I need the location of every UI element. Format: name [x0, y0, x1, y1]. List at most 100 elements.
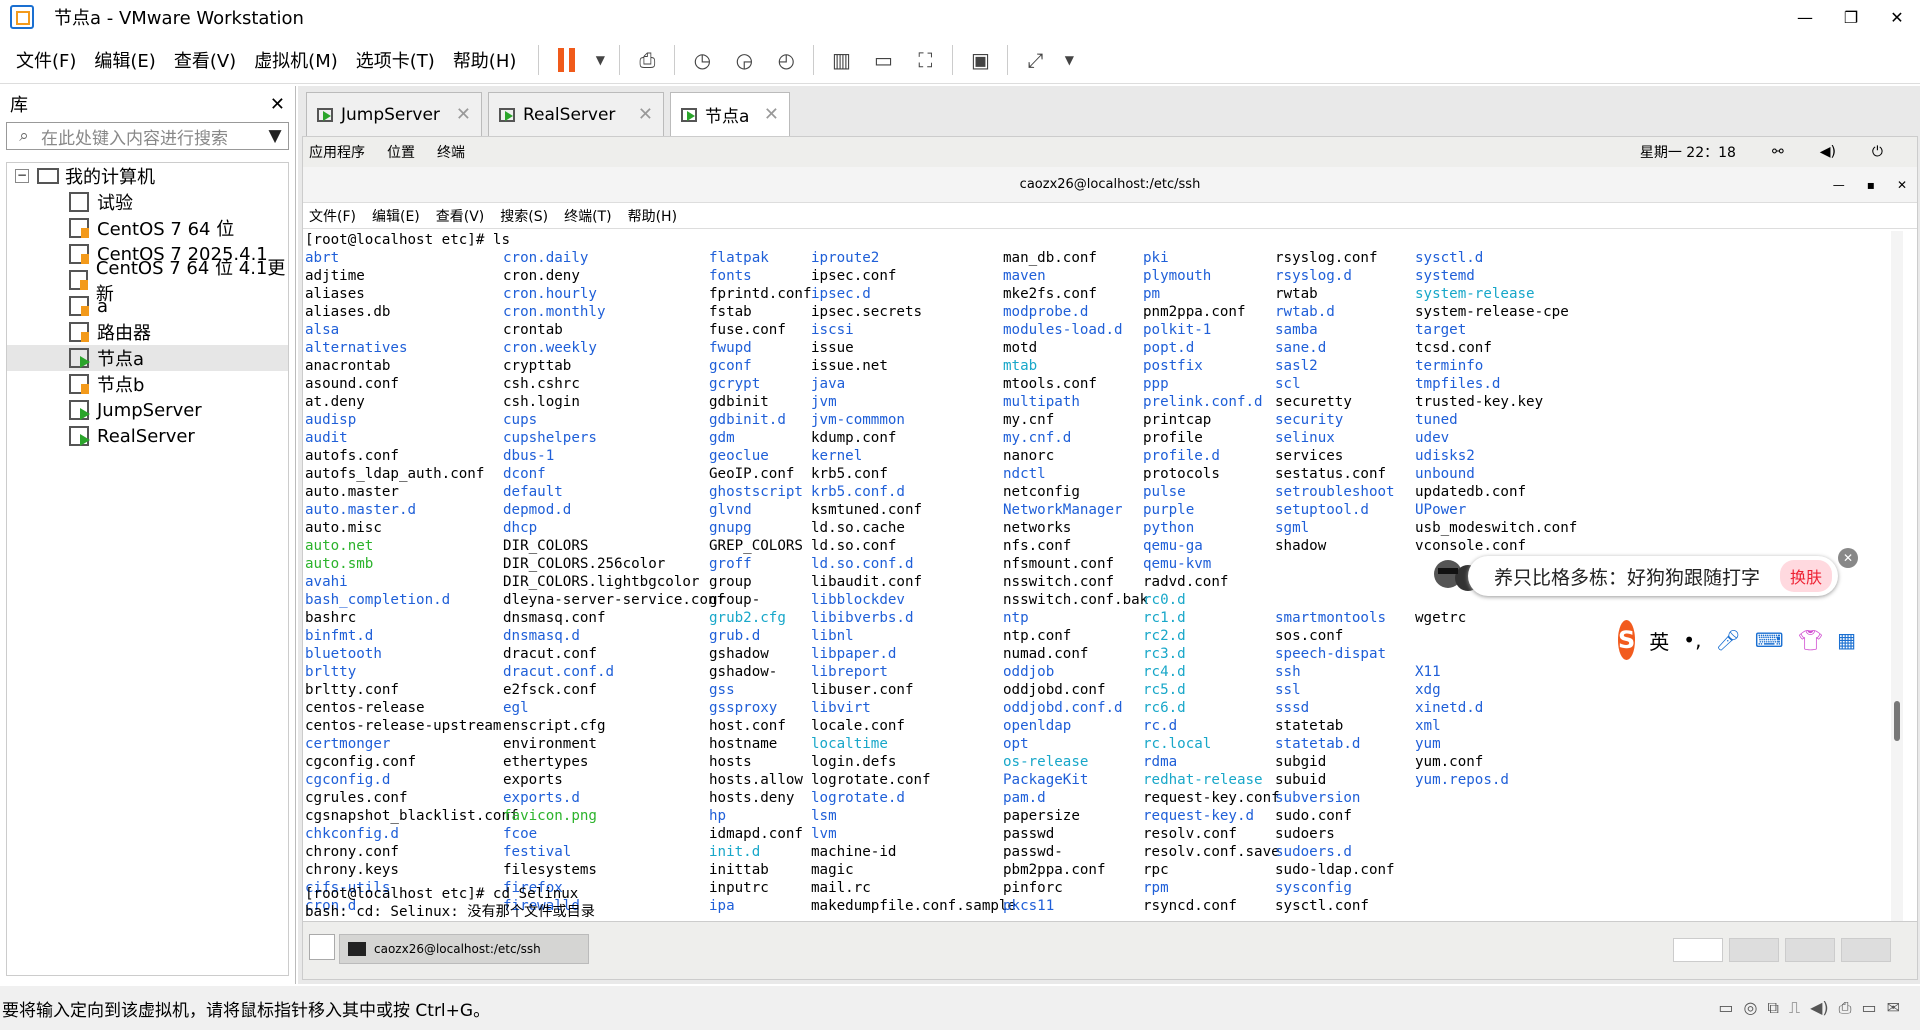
close-library-icon[interactable]: ✕	[270, 94, 285, 115]
ls-entry: geoclue	[709, 448, 769, 464]
term-menu-file[interactable]: 文件(F)	[309, 206, 356, 226]
workspace-4[interactable]	[1841, 938, 1891, 962]
send-ctrl-alt-del-icon[interactable]: ⎙	[631, 44, 663, 76]
ls-entry: trusted-key.key	[1415, 394, 1544, 410]
toolbox-icon[interactable]: ▦	[1837, 628, 1856, 652]
ls-entry: ld.so.cache	[811, 520, 905, 536]
tree-item[interactable]: 路由器	[7, 319, 288, 345]
ls-entry: rc1.d	[1143, 610, 1186, 626]
fullscreen-icon[interactable]: ⛶	[909, 44, 941, 76]
ls-entry: dleyna-server-service.conf	[503, 592, 726, 608]
minimize-button[interactable]: —	[1782, 0, 1828, 34]
maximize-icon[interactable]: ▪	[1867, 178, 1875, 192]
sound-icon[interactable]: ◀)	[1810, 998, 1829, 1018]
minimize-icon[interactable]: —	[1833, 178, 1845, 192]
ls-entry: NetworkManager	[1003, 502, 1123, 518]
tab-jumpserver[interactable]: JumpServer ✕	[306, 92, 482, 136]
close-icon[interactable]: ✕	[1897, 178, 1907, 192]
maximize-button[interactable]: ❐	[1828, 0, 1874, 34]
term-menu-help[interactable]: 帮助(H)	[628, 206, 677, 226]
pause-icon[interactable]	[550, 44, 582, 76]
ls-entry: cgrules.conf	[305, 790, 408, 806]
revert-snapshot-icon[interactable]: ◶	[728, 44, 760, 76]
library-view-icon[interactable]: ▥	[825, 44, 857, 76]
tree-root[interactable]: − 我的计算机	[7, 163, 288, 189]
ls-entry: logrotate.conf	[811, 772, 931, 788]
ls-entry: protocols	[1143, 466, 1220, 482]
close-tab-icon[interactable]: ✕	[638, 104, 653, 125]
terminal-window[interactable]: caozx26@localhost:/etc/ssh — ▪ ✕ 文件(F) 编辑(…	[303, 167, 1917, 921]
term-menu-edit[interactable]: 编辑(E)	[372, 206, 420, 226]
close-icon[interactable]: ✕	[1838, 548, 1858, 568]
ls-column: man_db.conf maven mke2fs.conf modprobe.d mod…	[1003, 249, 1148, 915]
menu-tabs[interactable]: 选项卡(T)	[356, 47, 435, 73]
menu-view[interactable]: 查看(V)	[174, 47, 236, 73]
term-menu-terminal[interactable]: 终端(T)	[564, 206, 611, 226]
tree-item[interactable]: 试验	[7, 189, 288, 215]
stretch-icon[interactable]: ⤢	[1019, 44, 1051, 76]
close-button[interactable]: ✕	[1874, 0, 1920, 34]
network-icon[interactable]: ⚯	[1772, 144, 1784, 160]
tab-realserver[interactable]: RealServer ✕	[488, 92, 664, 136]
snapshot-icon[interactable]: ◷	[686, 44, 718, 76]
close-tab-icon[interactable]: ✕	[456, 104, 471, 125]
chevron-down-icon[interactable]: ▼	[592, 44, 608, 76]
library-search-input[interactable]: ⌕ 在此处键入内容进行搜索 ▼	[6, 122, 289, 150]
network-adapter-icon[interactable]: ⧉	[1767, 998, 1778, 1018]
message-icon[interactable]: ✉	[1887, 998, 1900, 1018]
chevron-down-icon[interactable]: ▼	[262, 126, 288, 146]
ls-entry: maven	[1003, 268, 1046, 284]
microphone-icon[interactable]: 🎤︎	[1715, 628, 1740, 652]
ls-entry: speech-dispat	[1275, 646, 1387, 662]
tab-node-a[interactable]: 节点a ✕	[670, 92, 790, 136]
tree-item-selected[interactable]: 节点a	[7, 345, 288, 371]
workspace-1[interactable]	[1673, 938, 1723, 962]
tree-item[interactable]: CentOS 7 64 位 4.1更新	[7, 258, 288, 305]
menu-vm[interactable]: 虚拟机(M)	[254, 47, 338, 73]
sogou-logo-icon[interactable]: S	[1618, 620, 1636, 660]
term-menu-view[interactable]: 查看(V)	[436, 206, 485, 226]
ls-entry: ipa	[709, 898, 735, 914]
ls-entry: rpc	[1143, 862, 1169, 878]
cd-icon[interactable]: ◎	[1744, 998, 1758, 1018]
menu-edit[interactable]: 编辑(E)	[94, 47, 155, 73]
ls-entry: localtime	[811, 736, 888, 752]
terminal-menu[interactable]: 终端	[437, 142, 465, 162]
places-menu[interactable]: 位置	[387, 142, 415, 162]
workspace-2[interactable]	[1729, 938, 1779, 962]
ls-entry: ssl	[1275, 682, 1301, 698]
thumbnail-view-icon[interactable]: ▭	[867, 44, 899, 76]
snapshot-manager-icon[interactable]: ◴	[770, 44, 802, 76]
close-tab-icon[interactable]: ✕	[764, 104, 779, 125]
volume-icon[interactable]: ◀)	[1820, 144, 1836, 160]
apps-menu[interactable]: 应用程序	[309, 142, 365, 162]
keyboard-icon[interactable]: ⌨	[1755, 628, 1784, 652]
printer-icon[interactable]: ⎙	[1839, 998, 1852, 1018]
tree-item[interactable]: CentOS 7 64 位	[7, 215, 288, 241]
clock[interactable]: 星期一 22：18	[1640, 142, 1736, 162]
ls-entry: statetab.d	[1275, 736, 1361, 752]
terminal-scrollbar[interactable]	[1891, 231, 1903, 921]
console-view-icon[interactable]: ▣	[964, 44, 996, 76]
show-desktop-icon[interactable]	[309, 934, 335, 960]
punctuation-icon[interactable]: •,	[1683, 628, 1701, 652]
usb-icon[interactable]: ⎍	[1789, 998, 1800, 1018]
chevron-down-icon[interactable]: ▼	[1061, 44, 1077, 76]
vm-icon	[69, 218, 89, 238]
ime-lang[interactable]: 英	[1649, 626, 1669, 655]
term-menu-search[interactable]: 搜索(S)	[500, 206, 548, 226]
menu-file[interactable]: 文件(F)	[16, 47, 76, 73]
display-icon[interactable]: ▭	[1861, 998, 1876, 1018]
tree-item[interactable]: 节点b	[7, 371, 288, 397]
ls-entry: selinux	[1275, 430, 1335, 446]
hdd-icon[interactable]: ▭	[1718, 998, 1733, 1018]
skin-button[interactable]: 换肤	[1779, 560, 1832, 592]
tree-item[interactable]: RealServer	[7, 423, 288, 449]
workspace-3[interactable]	[1785, 938, 1835, 962]
taskbar-terminal-item[interactable]: caozx26@localhost:/etc/ssh	[339, 934, 589, 964]
menu-help[interactable]: 帮助(H)	[453, 47, 517, 73]
power-icon[interactable]: ⏻	[1872, 144, 1883, 160]
tree-item[interactable]: JumpServer	[7, 397, 288, 423]
skin-icon[interactable]: 👕︎	[1798, 628, 1823, 652]
collapse-icon[interactable]: −	[15, 169, 29, 183]
